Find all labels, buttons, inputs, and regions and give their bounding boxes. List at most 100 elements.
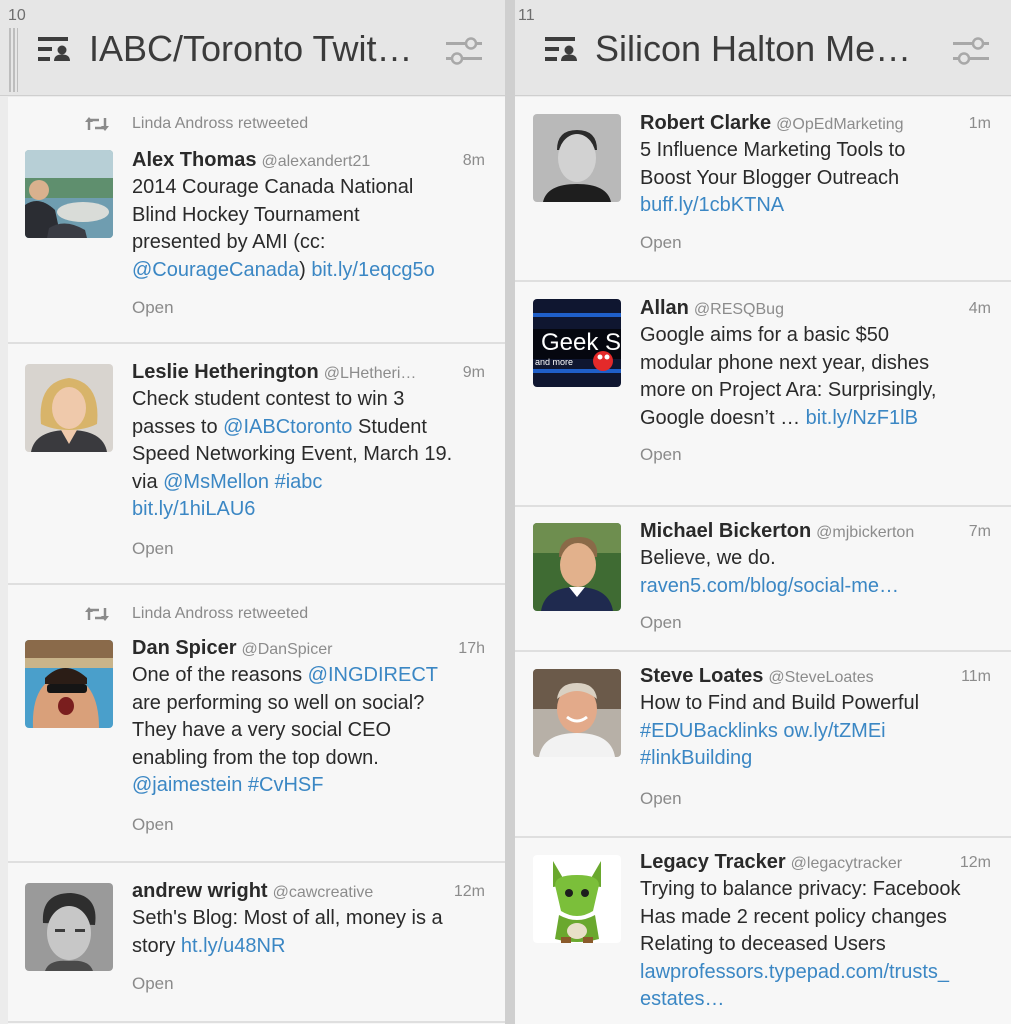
tweet-text: Google aims for a basic $50 modular phone… (640, 322, 1000, 432)
author-name[interactable]: Robert Clarke (640, 112, 771, 134)
tweet-time[interactable]: 11m (961, 668, 991, 686)
column-iabc-toronto: 10 IABC/Toronto Twit… Linda Andross retw… (0, 0, 505, 1024)
tweet-item[interactable]: andrew wright @cawcreative 12m Seth's Blo… (8, 863, 505, 1023)
author-name[interactable]: Allan (640, 297, 689, 319)
woman-portrait-avatar[interactable] (25, 364, 113, 452)
tweet-time[interactable]: 4m (969, 300, 991, 318)
tweet-link[interactable]: #EDUBacklinks (640, 720, 778, 742)
tweet-item[interactable]: Linda Andross retweeted Alex Thomas @alex… (8, 97, 505, 344)
author-handle[interactable]: @SteveLoates (768, 669, 873, 686)
pool-selfie-avatar[interactable] (25, 640, 113, 728)
tweet-item[interactable]: Leslie Hetherington @LHetheri… 9m Check s… (8, 344, 505, 585)
filter-settings-icon[interactable] (951, 36, 991, 66)
retweeted-by[interactable]: Linda Andross retweeted (132, 605, 308, 623)
tweet-link[interactable]: bit.ly/1eqcg5o (311, 259, 434, 281)
tweet-link[interactable]: @INGDIRECT (308, 664, 438, 686)
tweet-time[interactable]: 17h (458, 640, 485, 658)
author-name[interactable]: Leslie Hetherington (132, 361, 319, 383)
tweet-link[interactable]: raven5.com/blog/social-me… (640, 575, 899, 597)
tweet-link[interactable]: @CourageCanada (132, 259, 299, 281)
drag-handle[interactable] (9, 28, 18, 92)
tweet-item[interactable]: Linda Andross retweeted Dan Spicer @DanSp… (8, 585, 505, 863)
tweet-link[interactable]: @MsMellon (163, 471, 269, 493)
tweet-text-line: They have a very social CEO (132, 717, 492, 745)
tweet-text-segment: Check student contest to win 3 (132, 388, 405, 410)
tweet-link[interactable]: bit.ly/NzF1lB (806, 407, 918, 429)
tweet-link[interactable]: #linkBuilding (640, 747, 752, 769)
tweet-item[interactable]: Legacy Tracker @legacytracker 12m Trying … (515, 838, 1011, 1024)
tweet-link[interactable]: estates… (640, 988, 724, 1010)
author-handle[interactable]: @DanSpicer (241, 641, 332, 658)
tweet-time[interactable]: 9m (463, 364, 485, 382)
tweet-text-line: Boost Your Blogger Outreach (640, 165, 1000, 193)
author-handle[interactable]: @OpEdMarketing (776, 116, 903, 133)
tweet-text-line: Seth's Blog: Most of all, money is a (132, 905, 492, 933)
tweet-link[interactable]: bit.ly/1hiLAU6 (132, 498, 255, 520)
tweet-text-line: Google aims for a basic $50 (640, 322, 1000, 350)
open-link[interactable]: Open (132, 815, 174, 835)
tweet-text-segment: more on Project Ara: Surprisingly, (640, 379, 937, 401)
tweet-time[interactable]: 8m (463, 152, 485, 170)
filter-settings-icon[interactable] (444, 36, 484, 66)
author-handle[interactable]: @cawcreative (273, 884, 374, 901)
tweet-author: Allan @RESQBug (640, 297, 784, 320)
bw-portrait-avatar[interactable] (25, 883, 113, 971)
author-name[interactable]: Michael Bickerton (640, 520, 811, 542)
author-handle[interactable]: @LHetheri… (324, 365, 417, 382)
open-link[interactable]: Open (640, 789, 682, 809)
author-name[interactable]: Alex Thomas (132, 149, 256, 171)
retweeted-by[interactable]: Linda Andross retweeted (132, 115, 308, 133)
open-link[interactable]: Open (640, 233, 682, 253)
tweet-author: Leslie Hetherington @LHetheri… (132, 361, 416, 384)
tweet-link[interactable]: #iabc (275, 471, 323, 493)
smiling-man-avatar[interactable] (533, 669, 621, 757)
photo-lake-avatar[interactable] (25, 150, 113, 238)
tweet-text-segment: One of the reasons (132, 664, 308, 686)
column-title[interactable]: IABC/Toronto Twit… (89, 28, 412, 70)
tweet-feed[interactable]: Robert Clarke @OpEdMarketing 1m 5 Influen… (515, 97, 1011, 1024)
man-outdoor-avatar[interactable] (533, 523, 621, 611)
tweet-item[interactable]: Steve Loates @SteveLoates 11m How to Find… (515, 652, 1011, 838)
tweet-feed[interactable]: Linda Andross retweeted Alex Thomas @alex… (8, 97, 505, 1024)
tweet-link[interactable]: ht.ly/u48NR (181, 935, 286, 957)
tweet-link[interactable]: #CvHSF (248, 774, 324, 796)
open-link[interactable]: Open (132, 974, 174, 994)
open-link[interactable]: Open (132, 539, 174, 559)
column-header[interactable]: 10 IABC/Toronto Twit… (0, 0, 505, 96)
tweet-link[interactable]: ow.ly/tZMEi (783, 720, 885, 742)
tweet-time[interactable]: 1m (969, 115, 991, 133)
tweet-time[interactable]: 7m (969, 523, 991, 541)
tweet-item[interactable]: Michael Bickerton @mjbickerton 7m Believe… (515, 507, 1011, 652)
open-link[interactable]: Open (132, 298, 174, 318)
author-handle[interactable]: @alexandert21 (261, 153, 370, 170)
open-link[interactable]: Open (640, 445, 682, 465)
tweet-time[interactable]: 12m (454, 883, 485, 901)
tweet-item[interactable]: Geek S and more Allan @RESQBug 4m Google … (515, 282, 1011, 507)
tweet-link[interactable]: buff.ly/1cbKTNA (640, 194, 784, 216)
tweet-link[interactable]: @IABCtoronto (223, 416, 352, 438)
tweet-link[interactable]: @jaimestein (132, 774, 242, 796)
tweet-text-line: Trying to balance privacy: Facebook (640, 876, 1000, 904)
green-dog-avatar[interactable] (533, 855, 621, 943)
author-name[interactable]: andrew wright (132, 880, 268, 902)
author-handle[interactable]: @RESQBug (694, 301, 784, 318)
tweet-author: Legacy Tracker @legacytracker (640, 851, 902, 874)
tweet-text-segment: ) (299, 258, 312, 281)
author-name[interactable]: Steve Loates (640, 665, 763, 687)
author-handle[interactable]: @mjbickerton (816, 524, 914, 541)
tweet-time[interactable]: 12m (960, 854, 991, 872)
geek-squad-avatar[interactable]: Geek S and more (533, 299, 621, 387)
open-link[interactable]: Open (640, 613, 682, 633)
tweet-text-segment: How to Find and Build Powerful (640, 692, 920, 714)
tweet-item[interactable]: Robert Clarke @OpEdMarketing 1m 5 Influen… (515, 97, 1011, 282)
tweet-text-segment: They have a very social CEO (132, 719, 391, 741)
column-header[interactable]: 11 Silicon Halton Me… (515, 0, 1011, 96)
tweet-text-line: How to Find and Build Powerful (640, 690, 1000, 718)
tweet-link[interactable]: lawprofessors.typepad.com/trusts_ (640, 961, 949, 983)
author-handle[interactable]: @legacytracker (791, 855, 902, 872)
tweet-text-segment: via (132, 470, 164, 493)
author-name[interactable]: Dan Spicer (132, 637, 236, 659)
author-name[interactable]: Legacy Tracker (640, 851, 786, 873)
bw-man-avatar[interactable] (533, 114, 621, 202)
column-title[interactable]: Silicon Halton Me… (595, 28, 911, 70)
